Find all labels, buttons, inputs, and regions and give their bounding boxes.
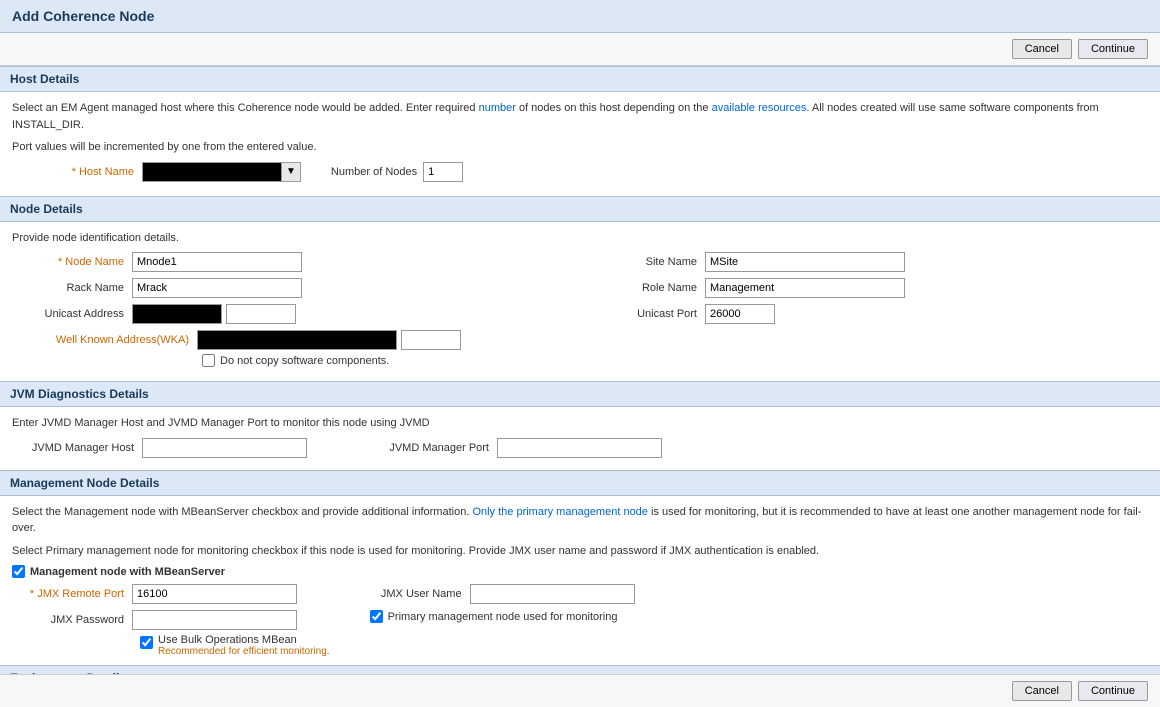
num-nodes-label: Number of Nodes	[331, 166, 417, 178]
primary-mgmt-link: Only the primary management node	[472, 506, 647, 518]
node-details-header: Node Details	[0, 196, 1160, 222]
mgmt-form-cols: * JMX Remote Port JMX Password Use Bulk …	[12, 584, 1148, 657]
role-name-input[interactable]	[705, 278, 905, 298]
role-name-row: Role Name	[585, 278, 1148, 298]
bottom-action-bar: Cancel Continue	[0, 674, 1160, 707]
primary-mon-row: Primary management node used for monitor…	[370, 610, 635, 623]
jvmd-host-label: JVMD Manager Host	[12, 442, 142, 454]
unicast-address-input2[interactable]	[226, 304, 296, 324]
jvm-details-title: JVM Diagnostics Details	[10, 387, 149, 401]
site-name-row: Site Name	[585, 252, 1148, 272]
jvm-details-desc: Enter JVMD Manager Host and JVMD Manager…	[12, 415, 1148, 432]
bulk-ops-text-container: Use Bulk Operations MBean Recommended fo…	[158, 634, 330, 657]
primary-mon-label: Primary management node used for monitor…	[388, 611, 618, 623]
jvmd-host-input[interactable]	[142, 438, 307, 458]
unicast-address-label: Unicast Address	[12, 308, 132, 320]
mgmt-details-title: Management Node Details	[10, 476, 159, 490]
top-action-bar: Cancel Continue	[0, 33, 1160, 66]
top-continue-button[interactable]: Continue	[1078, 39, 1148, 59]
node-details-form: * Node Name Rack Name Unicast Address	[12, 252, 1148, 330]
wka-label: Well Known Address(WKA)	[12, 334, 197, 346]
jvmd-row: JVMD Manager Host JVMD Manager Port	[12, 438, 1148, 458]
node-left-col: * Node Name Rack Name Unicast Address	[12, 252, 575, 330]
mgmt-desc1: Select the Management node with MBeanSer…	[12, 504, 1148, 537]
node-name-input[interactable]	[132, 252, 302, 272]
mgmt-details-body: Select the Management node with MBeanSer…	[0, 496, 1160, 666]
jvmd-port-group: JVMD Manager Port	[367, 438, 662, 458]
host-name-label: * Host Name	[12, 166, 142, 178]
bulk-ops-label: Use Bulk Operations MBean	[158, 634, 330, 646]
jmx-remote-port-input[interactable]	[132, 584, 297, 604]
rack-name-label: Rack Name	[12, 282, 132, 294]
number-link: number	[479, 102, 516, 114]
unicast-port-label: Unicast Port	[585, 308, 705, 320]
num-nodes-input[interactable]	[423, 162, 463, 182]
rack-name-row: Rack Name	[12, 278, 575, 298]
wka-input2[interactable]	[401, 330, 461, 350]
node-details-desc: Provide node identification details.	[12, 230, 1148, 247]
mgmt-left-col: * JMX Remote Port JMX Password Use Bulk …	[12, 584, 330, 657]
mgmt-right-col: JMX User Name Primary management node us…	[360, 584, 635, 657]
host-details-header: Host Details	[0, 66, 1160, 92]
unicast-port-row: Unicast Port	[585, 304, 1148, 324]
unicast-port-input[interactable]	[705, 304, 775, 324]
jmx-remote-port-row: * JMX Remote Port	[12, 584, 330, 604]
jmx-user-name-label: JMX User Name	[360, 588, 470, 600]
jmx-password-label: JMX Password	[12, 614, 132, 626]
mgmt-node-checkbox[interactable]	[12, 565, 25, 578]
mgmt-node-checkbox-row: Management node with MBeanServer	[12, 565, 1148, 578]
jmx-password-row: JMX Password	[12, 610, 330, 630]
bulk-ops-row: Use Bulk Operations MBean Recommended fo…	[140, 634, 330, 657]
node-name-row: * Node Name	[12, 252, 575, 272]
jmx-remote-port-label: * JMX Remote Port	[12, 588, 132, 600]
jmx-password-input[interactable]	[132, 610, 297, 630]
wka-input-black	[197, 330, 397, 350]
do-not-copy-checkbox[interactable]	[202, 354, 215, 367]
node-details-body: Provide node identification details. * N…	[0, 222, 1160, 382]
content-area: Host Details Select an EM Agent managed …	[0, 66, 1160, 681]
host-details-body: Select an EM Agent managed host where th…	[0, 92, 1160, 196]
jvmd-port-label: JVMD Manager Port	[367, 442, 497, 454]
mgmt-desc2: Select Primary management node for monit…	[12, 543, 1148, 560]
host-details-desc2: Port values will be incremented by one f…	[12, 139, 1148, 156]
available-link: available resources	[712, 102, 807, 114]
mgmt-node-label: Management node with MBeanServer	[30, 566, 225, 578]
node-right-col: Site Name Role Name Unicast Port	[585, 252, 1148, 330]
site-name-label: Site Name	[585, 256, 705, 268]
unicast-address-input[interactable]	[132, 304, 222, 324]
unicast-address-row: Unicast Address	[12, 304, 575, 324]
do-not-copy-row: Do not copy software components.	[202, 354, 1148, 367]
node-name-label: * Node Name	[12, 256, 132, 268]
jmx-user-name-input[interactable]	[470, 584, 635, 604]
do-not-copy-label: Do not copy software components.	[220, 355, 389, 367]
page-header: Add Coherence Node	[0, 0, 1160, 33]
site-name-input[interactable]	[705, 252, 905, 272]
jmx-user-name-row: JMX User Name	[360, 584, 635, 604]
jvmd-port-input[interactable]	[497, 438, 662, 458]
bottom-cancel-button[interactable]: Cancel	[1012, 681, 1072, 701]
jvm-details-body: Enter JVMD Manager Host and JVMD Manager…	[0, 407, 1160, 470]
jvmd-host-group: JVMD Manager Host	[12, 438, 307, 458]
page-title: Add Coherence Node	[12, 8, 154, 24]
host-name-row: * Host Name ▼ Number of Nodes	[12, 162, 1148, 182]
bottom-continue-button[interactable]: Continue	[1078, 681, 1148, 701]
bulk-ops-checkbox[interactable]	[140, 636, 153, 649]
top-cancel-button[interactable]: Cancel	[1012, 39, 1072, 59]
primary-mon-checkbox[interactable]	[370, 610, 383, 623]
node-details-title: Node Details	[10, 202, 83, 216]
rack-name-input[interactable]	[132, 278, 302, 298]
host-name-dropdown[interactable]: ▼	[281, 162, 301, 182]
mgmt-details-header: Management Node Details	[0, 470, 1160, 496]
bulk-ops-rec: Recommended for efficient monitoring.	[158, 646, 330, 657]
host-name-input[interactable]	[142, 162, 282, 182]
host-details-desc: Select an EM Agent managed host where th…	[12, 100, 1148, 133]
wka-row: Well Known Address(WKA)	[12, 330, 1148, 350]
jvm-details-header: JVM Diagnostics Details	[0, 381, 1160, 407]
host-details-title: Host Details	[10, 72, 79, 86]
role-name-label: Role Name	[585, 282, 705, 294]
